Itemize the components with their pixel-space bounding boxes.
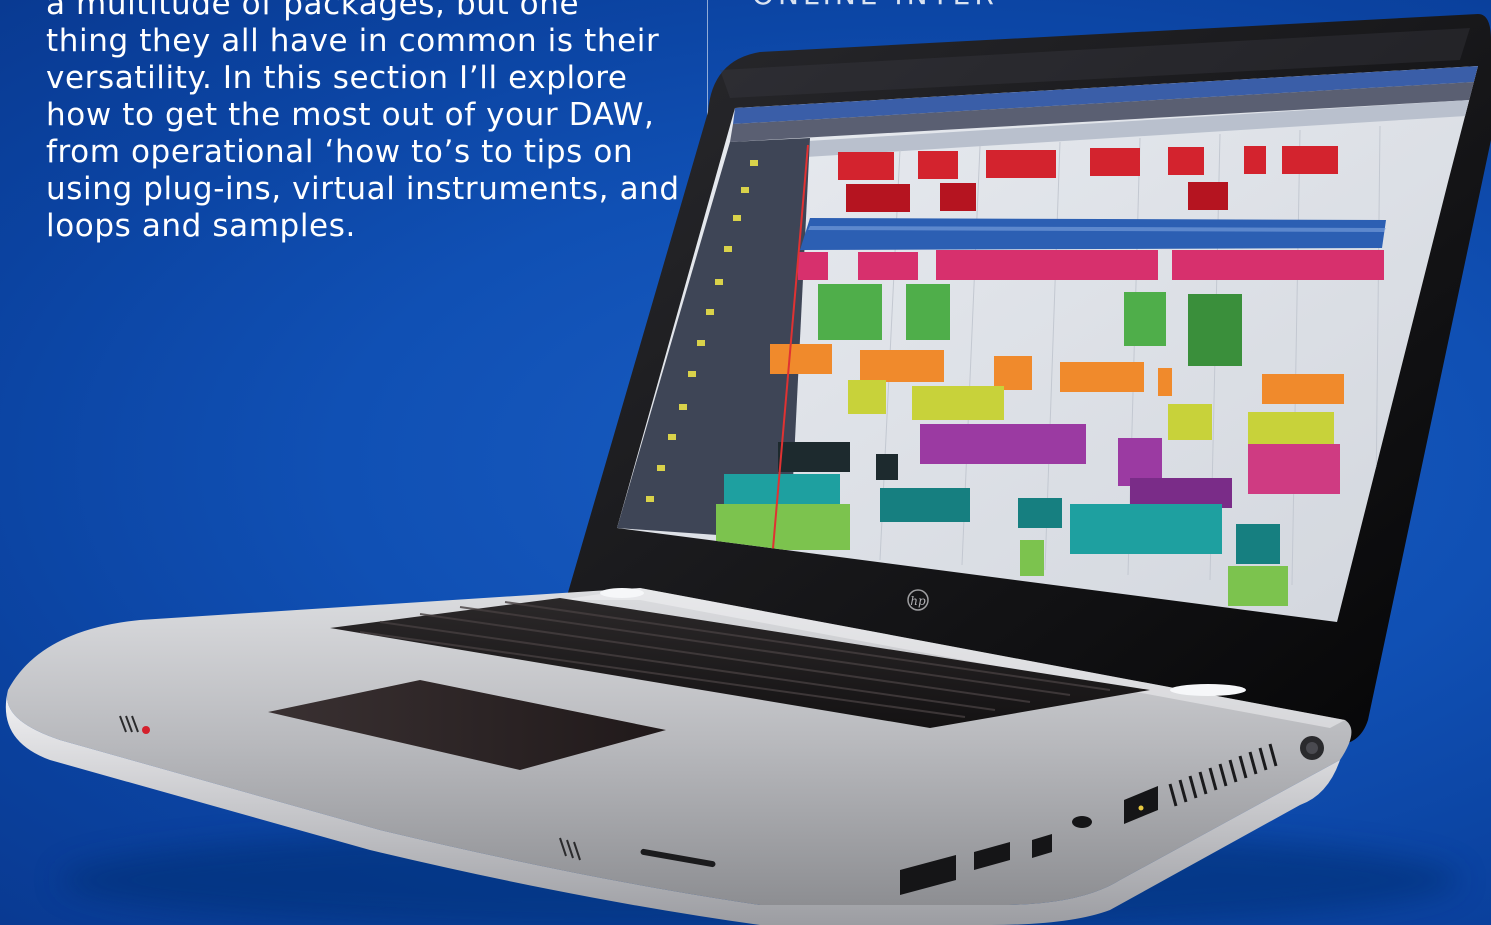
laptop-photo: hp bbox=[5, 14, 1491, 925]
hp-logo: hp bbox=[910, 594, 926, 608]
daw-screen: hp bbox=[617, 66, 1478, 622]
